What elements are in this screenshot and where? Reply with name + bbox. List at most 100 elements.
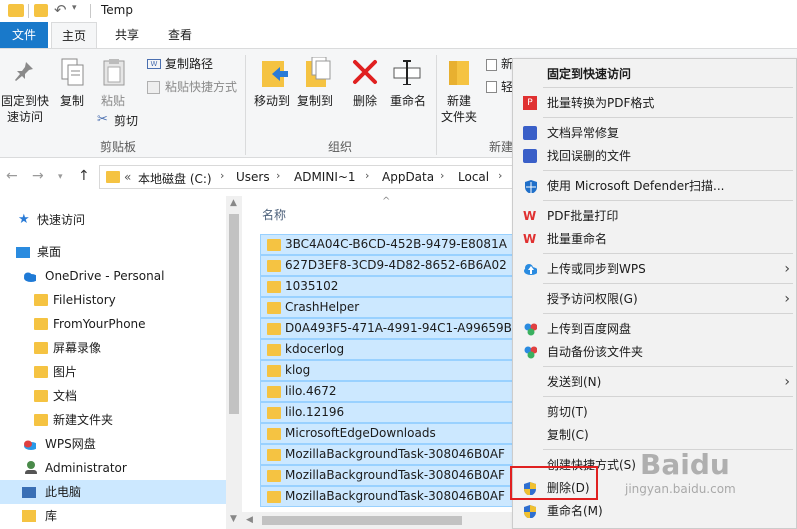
scrollbar-thumb[interactable] (229, 214, 239, 414)
new-folder-button[interactable]: 新建 文件夹 (438, 93, 480, 125)
nav-item-new-folder[interactable]: 新建文件夹 (0, 408, 226, 432)
menu-item-send-to[interactable]: 发送到(N) › (513, 371, 797, 393)
file-row[interactable]: kdocerlog (260, 339, 520, 360)
menu-item-cut[interactable]: 剪切(T) (513, 401, 797, 423)
file-name: CrashHelper (285, 300, 360, 314)
nav-item-pictures[interactable]: 图片 (0, 360, 226, 384)
nav-item-onedrive[interactable]: OneDrive - Personal (0, 264, 226, 288)
menu-item-doc-repair[interactable]: 文档异常修复 (513, 122, 797, 144)
file-row[interactable]: D0A493F5-471A-4991-94C1-A99659B (260, 318, 520, 339)
recent-dropdown-icon[interactable]: ▾ (58, 172, 63, 182)
upload-cloud-icon (524, 264, 537, 275)
submenu-arrow-icon: › (784, 261, 790, 277)
cut-button[interactable]: 剪切 (114, 113, 138, 129)
nav-item-label: 图片 (53, 365, 78, 379)
folder-icon (267, 344, 281, 356)
menu-item-rename[interactable]: 重命名(M) (513, 500, 797, 522)
menu-item-label: 复制(C) (547, 428, 589, 442)
file-row[interactable]: 627D3EF8-3CD9-4D82-8652-6B6A02 (260, 255, 520, 276)
menu-item-batch-rename[interactable]: W 批量重命名 (513, 228, 797, 250)
file-row[interactable]: MozillaBackgroundTask-308046B0AF (260, 465, 520, 486)
menu-item-recover-files[interactable]: 找回误删的文件 (513, 145, 797, 167)
breadcrumb-chevron-icon[interactable]: › (220, 169, 224, 182)
tab-share[interactable]: 共享 (105, 22, 149, 48)
breadcrumb-overflow[interactable]: « (124, 170, 131, 184)
file-row[interactable]: lilo.4672 (260, 381, 520, 402)
file-row[interactable]: 1035102 (260, 276, 520, 297)
copy-to-icon (306, 57, 331, 87)
menu-item-auto-backup[interactable]: 自动备份该文件夹 (513, 341, 797, 363)
copy-to-button[interactable]: 复制到 (294, 93, 336, 109)
menu-separator (543, 200, 793, 201)
quick-access-folder-icon[interactable] (34, 4, 48, 17)
nav-item-screen-recordings[interactable]: 屏幕录像 (0, 336, 226, 360)
menu-item-defender-scan[interactable]: 使用 Microsoft Defender扫描... (513, 175, 797, 197)
move-to-button[interactable]: 移动到 (251, 93, 293, 109)
rename-button[interactable]: 重命名 (386, 93, 430, 109)
forward-icon[interactable]: → (32, 168, 44, 184)
breadcrumb-appdata[interactable]: AppData (382, 170, 434, 184)
undo-icon[interactable]: ↶ (54, 1, 67, 19)
delete-button[interactable]: 删除 (346, 93, 384, 109)
tab-view[interactable]: 查看 (160, 22, 200, 48)
folder-icon (34, 414, 48, 426)
nav-item-this-pc[interactable]: 此电脑 (0, 480, 226, 504)
file-row[interactable]: MozillaBackgroundTask-308046B0AF (260, 444, 520, 465)
tab-file[interactable]: 文件 (0, 22, 48, 48)
menu-item-label: 找回误删的文件 (547, 149, 632, 163)
menu-item-copy[interactable]: 复制(C) (513, 424, 797, 446)
menu-item-upload-baidu[interactable]: 上传到百度网盘 (513, 318, 797, 340)
pin-quick-access-button[interactable]: 固定到快 速访问 (0, 93, 50, 125)
copy-button[interactable]: 复制 (56, 93, 88, 109)
wps-icon: W (523, 232, 537, 246)
group-new-label: 新建 (489, 140, 514, 154)
paste-shortcut-button[interactable]: 粘贴快捷方式 (165, 79, 237, 95)
file-row[interactable]: klog (260, 360, 520, 381)
paste-button[interactable]: 粘贴 (96, 93, 130, 109)
nav-item-documents[interactable]: 文档 (0, 384, 226, 408)
file-list-h-scrollbar[interactable]: ◀ (242, 512, 522, 529)
nav-scrollbar[interactable]: ▲ ▼ (226, 196, 242, 529)
menu-item-upload-wps[interactable]: 上传或同步到WPS › (513, 258, 797, 280)
scrollbar-thumb[interactable] (262, 516, 462, 525)
menu-item-pin-quick-access[interactable]: 固定到快速访问 (513, 63, 797, 85)
breadcrumb-admini[interactable]: ADMINI~1 (294, 170, 356, 184)
file-row[interactable]: lilo.12196 (260, 402, 520, 423)
breadcrumb-users[interactable]: Users (236, 170, 270, 184)
menu-separator (543, 253, 793, 254)
quick-access-dropdown-icon[interactable]: ▾ (72, 3, 77, 13)
new-folder-label-1: 新建 (446, 94, 471, 108)
menu-item-label: 授予访问权限(G) (547, 292, 638, 306)
nav-item-wps-drive[interactable]: WPS网盘 (0, 432, 226, 456)
file-row[interactable]: CrashHelper (260, 297, 520, 318)
breadcrumb-local[interactable]: Local (458, 170, 489, 184)
column-header-name[interactable]: 名称 (262, 206, 286, 223)
breadcrumb-chevron-icon[interactable]: › (440, 169, 444, 182)
scroll-left-icon[interactable]: ◀ (246, 515, 253, 525)
scroll-up-icon[interactable]: ▲ (230, 198, 237, 208)
menu-item-grant-access[interactable]: 授予访问权限(G) › (513, 288, 797, 310)
nav-item-administrator[interactable]: Administrator (0, 456, 226, 480)
nav-item-libraries[interactable]: 库 (0, 504, 226, 528)
scroll-down-icon[interactable]: ▼ (230, 514, 237, 524)
file-row[interactable]: 3BC4A04C-B6CD-452B-9479-E8081A (260, 234, 520, 255)
address-bar[interactable]: « 本地磁盘 (C:) › Users › ADMINI~1 › AppData… (99, 165, 519, 189)
nav-item-desktop[interactable]: 桌面 (0, 240, 226, 264)
up-icon[interactable]: ↑ (78, 168, 90, 184)
copy-path-button[interactable]: 复制路径 (165, 56, 213, 72)
breadcrumb-c-drive[interactable]: 本地磁盘 (C:) (138, 170, 212, 187)
file-row[interactable]: MozillaBackgroundTask-308046B0AF (260, 486, 520, 507)
breadcrumb-chevron-icon[interactable]: › (498, 169, 502, 182)
file-row[interactable]: MicrosoftEdgeDownloads (260, 423, 520, 444)
breadcrumb-chevron-icon[interactable]: › (276, 169, 280, 182)
back-icon[interactable]: ← (6, 168, 18, 184)
tab-home[interactable]: 主页 (51, 22, 97, 49)
folder-icon (267, 260, 281, 272)
file-name: MozillaBackgroundTask-308046B0AF (285, 489, 505, 503)
nav-item-quick-access[interactable]: ★ 快速访问 (0, 208, 226, 232)
nav-item-fromyourphone[interactable]: FromYourPhone (0, 312, 226, 336)
nav-item-filehistory[interactable]: FileHistory (0, 288, 226, 312)
menu-item-batch-pdf[interactable]: P 批量转换为PDF格式 (513, 92, 797, 114)
breadcrumb-chevron-icon[interactable]: › (365, 169, 369, 182)
menu-item-pdf-batch-print[interactable]: W PDF批量打印 (513, 205, 797, 227)
